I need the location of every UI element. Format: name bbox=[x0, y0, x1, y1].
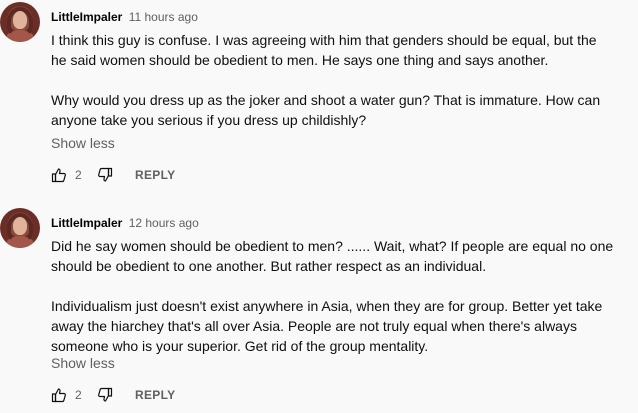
avatar[interactable] bbox=[0, 2, 40, 42]
like-count: 2 bbox=[75, 388, 82, 402]
comment-line: anyone take you serious if you dress up … bbox=[51, 112, 367, 128]
show-less-button[interactable]: Show less bbox=[51, 135, 115, 151]
reply-button[interactable]: REPLY bbox=[135, 168, 175, 182]
comment-time[interactable]: 11 hours ago bbox=[129, 10, 198, 24]
comment-actions: 2 REPLY bbox=[51, 385, 175, 405]
comment-text: I think this guy is confuse. I was agree… bbox=[51, 30, 631, 130]
like-count: 2 bbox=[75, 168, 82, 182]
thumbs-up-icon[interactable] bbox=[51, 167, 67, 183]
comment-header: LittleImpaler 11 hours ago bbox=[51, 10, 198, 24]
comment-line: Did he say women should be obedient to m… bbox=[51, 238, 614, 254]
comment-line: he said women should be obedient to men.… bbox=[51, 52, 549, 68]
reply-button[interactable]: REPLY bbox=[135, 388, 175, 402]
comment-line: Individualism just doesn't exist anywher… bbox=[51, 298, 603, 314]
comment-line: away the hiarchey that's all over Asia. … bbox=[51, 318, 577, 334]
comment-actions: 2 REPLY bbox=[51, 165, 175, 185]
author-name[interactable]: LittleImpaler bbox=[51, 216, 122, 230]
avatar[interactable] bbox=[0, 208, 40, 248]
thumbs-up-icon[interactable] bbox=[51, 387, 67, 403]
comment-line: I think this guy is confuse. I was agree… bbox=[51, 32, 597, 48]
comment-line: someone who is your superior. Get rid of… bbox=[51, 338, 429, 354]
comment-time[interactable]: 12 hours ago bbox=[129, 216, 199, 230]
show-less-button[interactable]: Show less bbox=[51, 355, 115, 371]
comment-line: should be obedient to one another. But r… bbox=[51, 258, 487, 274]
comment-text: Did he say women should be obedient to m… bbox=[51, 236, 631, 356]
author-name[interactable]: LittleImpaler bbox=[51, 10, 122, 24]
comment-header: LittleImpaler 12 hours ago bbox=[51, 216, 199, 230]
comment-line: Why would you dress up as the joker and … bbox=[51, 92, 601, 108]
thumbs-down-icon[interactable] bbox=[97, 387, 113, 403]
thumbs-down-icon[interactable] bbox=[97, 167, 113, 183]
